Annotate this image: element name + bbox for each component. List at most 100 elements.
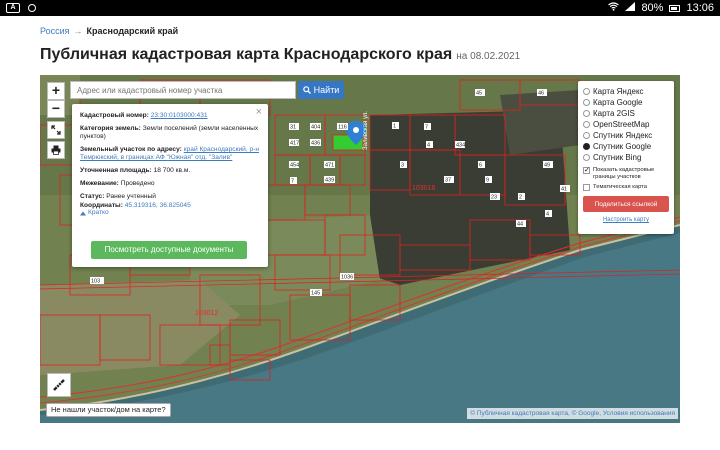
battery-level: 80%: [641, 2, 664, 14]
parcel-label: 7: [425, 125, 428, 131]
setup-map-link[interactable]: Настроить карту: [583, 217, 669, 223]
thematic-map-toggle[interactable]: Тематическая карта: [583, 184, 669, 191]
area-value: 18 700 кв.м.: [153, 167, 191, 174]
parcel-info-popup: × Кадастровый номер: 23:30:0103000:431 К…: [72, 104, 268, 267]
search-input[interactable]: [70, 81, 296, 99]
zoom-in-button[interactable]: +: [47, 82, 65, 100]
page-title: Публичная кадастровая карта Краснодарско…: [40, 46, 520, 64]
radio-button[interactable]: [583, 88, 590, 95]
share-link-button[interactable]: Поделиться ссылкой: [583, 196, 669, 212]
layer-option-openstreetmap[interactable]: OpenStreetMap: [583, 119, 669, 130]
cadastral-block-label: 103016: [412, 185, 435, 192]
radio-button[interactable]: [583, 132, 590, 139]
thematic-map-label: Тематическая карта: [593, 184, 647, 190]
layer-option-google-map[interactable]: Карта Google: [583, 97, 669, 108]
parcel-label: 145: [311, 291, 320, 297]
show-borders-toggle[interactable]: ✓ Показать кадастровые границы участков: [583, 167, 669, 180]
status-bar: А 80% 13:06: [0, 0, 720, 16]
land-category-label: Категория земель:: [80, 125, 141, 132]
layer-option-yandex-map[interactable]: Карта Яндекс: [583, 86, 669, 97]
radio-button-selected[interactable]: [583, 143, 590, 150]
printer-icon: [51, 145, 61, 155]
show-borders-label: Показать кадастровые границы участков: [593, 167, 655, 180]
notification-icon: [28, 4, 36, 12]
view-documents-button[interactable]: Посмотреть доступные документы: [91, 241, 247, 259]
cadastral-number-label: Кадастровый номер:: [80, 112, 149, 119]
breadcrumb-current: Краснодарский край: [86, 26, 179, 36]
parcel-label: 46: [538, 91, 544, 97]
parcel-label: 1036: [341, 275, 353, 281]
map-layers-panel: Карта Яндекс Карта Google Карта 2GIS Ope…: [578, 81, 674, 234]
page-title-text: Публичная кадастровая карта Краснодарско…: [40, 46, 453, 63]
layer-option-bing-satellite[interactable]: Спутник Bing: [583, 152, 669, 163]
terms-link[interactable]: Условия использования: [603, 410, 675, 417]
search-button-label: Найти: [313, 85, 340, 95]
close-icon[interactable]: ×: [256, 107, 262, 118]
search-button[interactable]: Найти: [298, 81, 344, 99]
collapse-link[interactable]: Кратко: [80, 209, 260, 217]
page-title-date: на 08.02.2021: [456, 51, 521, 62]
status-value: Ранее учтенный: [106, 193, 156, 200]
app-screen: А 80% 13:06 Россия → Краснодарский край …: [0, 0, 720, 450]
pkk-attribution[interactable]: © Публичная кадастровая карта: [470, 410, 568, 417]
parcel-label: 471: [325, 163, 334, 169]
cadastral-number-link[interactable]: 23:30:0103000:431: [151, 112, 208, 119]
ruler-icon: [53, 379, 65, 391]
parcel-label: 31: [290, 125, 296, 131]
map-attribution: © Публичная кадастровая карта, © Google,…: [467, 408, 678, 419]
radio-button[interactable]: [583, 110, 590, 117]
parcel-label: 6: [479, 163, 482, 169]
parcel-label: 103: [91, 279, 100, 285]
parcel-label: 45: [476, 91, 482, 97]
parcel-label: 7: [291, 179, 294, 185]
fullscreen-icon: [51, 125, 61, 135]
battery-icon: [669, 4, 681, 12]
cadastral-block-label: 103012: [195, 310, 218, 317]
layer-option-google-satellite[interactable]: Спутник Google: [583, 141, 669, 152]
area-label: Уточненная площадь:: [80, 167, 152, 174]
wifi-icon: [608, 2, 620, 14]
app-icon: А: [6, 3, 20, 13]
parcel-label: 439: [325, 178, 334, 184]
breadcrumb-link-russia[interactable]: Россия: [40, 26, 70, 36]
parcel-label: 417: [290, 141, 299, 147]
parcel-label: 44: [517, 222, 523, 228]
collapse-label: Кратко: [88, 209, 109, 216]
parcel-label: 436: [311, 141, 320, 147]
parcel-label: 4: [546, 212, 549, 218]
parcel-label: 1: [393, 124, 396, 130]
checkbox-checked[interactable]: ✓: [583, 167, 590, 174]
search-icon: [302, 86, 311, 94]
status-label: Статус:: [80, 193, 105, 200]
parcel-label: 116: [338, 125, 347, 131]
parcel-label: 23: [491, 195, 497, 201]
coordinates-value[interactable]: 45.319316, 36.825045: [125, 202, 191, 209]
parcel-label: 454: [290, 163, 299, 169]
radio-button[interactable]: [583, 121, 590, 128]
clock: 13:06: [686, 2, 714, 14]
parcel-label: 49: [544, 163, 550, 169]
radio-button[interactable]: [583, 99, 590, 106]
zoom-out-button[interactable]: −: [47, 100, 65, 118]
checkbox[interactable]: [583, 184, 590, 191]
not-found-link[interactable]: Не нашли участок/дом на карте?: [46, 403, 171, 417]
chevron-up-icon: [80, 211, 86, 215]
breadcrumb-separator: →: [73, 26, 83, 36]
radio-button[interactable]: [583, 154, 590, 161]
parcel-label: 37: [445, 178, 451, 184]
parcel-label: 9: [486, 178, 489, 184]
layer-option-yandex-satellite[interactable]: Спутник Яндекс: [583, 130, 669, 141]
layer-option-2gis-map[interactable]: Карта 2GIS: [583, 108, 669, 119]
fullscreen-button[interactable]: [47, 121, 65, 139]
ruler-button[interactable]: [47, 373, 71, 397]
parcel-label: 434: [456, 143, 465, 149]
print-button[interactable]: [47, 141, 65, 159]
coordinates-label: Координаты:: [80, 202, 123, 209]
parcel-label: 404: [311, 125, 320, 131]
parcel-label: 2: [519, 195, 522, 201]
survey-value: Проведено: [120, 180, 155, 187]
google-attribution[interactable]: © Google: [572, 410, 600, 417]
signal-icon: [625, 2, 636, 14]
cadastral-map[interactable]: Заливская ул. 31 404 417 436 116 454 471…: [40, 75, 680, 423]
parcel-label: 41: [561, 187, 567, 193]
